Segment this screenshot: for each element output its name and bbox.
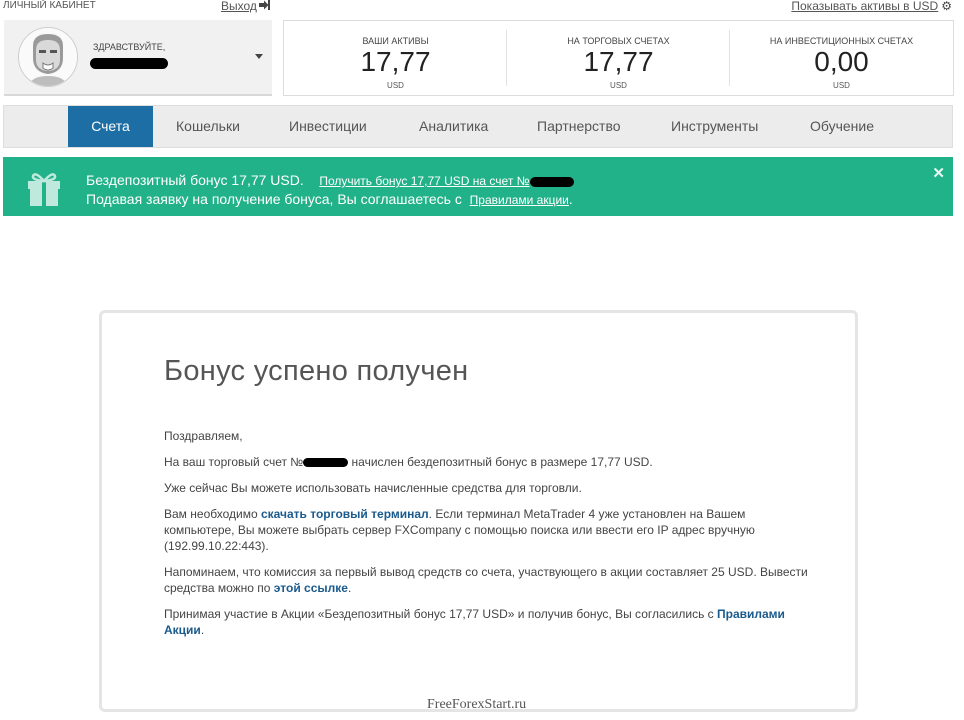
user-panel: ЗДРАВСТВУЙТЕ, — [4, 20, 272, 96]
nav-item-partnership[interactable]: Партнерство — [537, 106, 621, 147]
bonus-terms-text: Подавая заявку на получение бонуса, Вы с… — [86, 191, 462, 207]
asset-label: ВАШИ АКТИВЫ — [362, 36, 429, 46]
nav-item-wallets[interactable]: Кошельки — [176, 106, 240, 147]
bonus-line-1: Бездепозитный бонус 17,77 USD. Получить … — [86, 172, 574, 188]
bonus-notification: Бездепозитный бонус 17,77 USD. Получить … — [3, 157, 953, 216]
bonus-text: Бездепозитный бонус 17,77 USD. — [86, 172, 304, 188]
asset-value: 17,77 — [360, 46, 431, 77]
period: . — [568, 191, 573, 207]
show-assets-link[interactable]: Показывать активы в USD ⚙ — [791, 0, 952, 13]
rules-text-a: Принимая участие в Акции «Бездепозитный … — [164, 607, 714, 621]
close-icon[interactable]: ✕ — [932, 164, 945, 182]
credited-text-a: На ваш торговый счет № — [164, 455, 304, 469]
nav-item-analytics[interactable]: Аналитика — [419, 106, 488, 147]
logout-link[interactable]: Выход — [221, 0, 270, 13]
cabinet-label: ЛИЧНЫЙ КАБИНЕТ — [3, 0, 96, 11]
asset-label: НА ИНВЕСТИЦИОННЫХ СЧЕТАХ — [769, 36, 914, 46]
card-title: Бонус успено получен — [164, 355, 469, 387]
greeting: ЗДРАВСТВУЙТЕ, — [93, 42, 166, 52]
success-card: Бонус успено получен Поздравляем, На ваш… — [99, 310, 858, 712]
terms-link[interactable]: Правилами акции — [470, 193, 569, 207]
watermark: FreeForexStart.ru — [427, 697, 527, 712]
asset-trading: НА ТОРГОВЫХ СЧЕТАХ 17,77 USD — [507, 21, 730, 95]
commission-text-b: . — [347, 581, 352, 595]
chevron-down-icon[interactable] — [255, 54, 263, 59]
logout-icon — [258, 0, 270, 13]
asset-currency: USD — [833, 81, 850, 90]
logout-label: Выход — [221, 0, 257, 13]
gear-icon[interactable]: ⚙ — [941, 0, 952, 13]
rules-text: Принимая участие в Акции «Бездепозитный … — [164, 606, 814, 638]
download-terminal-link[interactable]: скачать торговый терминал — [261, 507, 429, 521]
credited-text: На ваш торговый счет № начислен бездепоз… — [164, 454, 814, 470]
congrats-text: Поздравляем, — [164, 429, 243, 443]
username-redacted — [90, 58, 168, 69]
show-assets-label: Показывать активы в USD — [791, 0, 939, 13]
asset-total: ВАШИ АКТИВЫ 17,77 USD — [284, 21, 507, 95]
account-number-redacted — [303, 458, 349, 468]
get-bonus-link[interactable]: Получить бонус 17,77 USD на счет № — [319, 174, 574, 188]
terminal-text: Вам необходимо скачать торговый терминал… — [164, 506, 814, 554]
asset-currency: USD — [610, 81, 627, 90]
commission-text: Напоминаем, что комиссия за первый вывод… — [164, 564, 814, 596]
commission-text-a: Напоминаем, что комиссия за первый вывод… — [164, 565, 808, 595]
asset-label: НА ТОРГОВЫХ СЧЕТАХ — [567, 36, 670, 46]
main-nav: Счета Кошельки Инвестиции Аналитика Парт… — [3, 105, 953, 148]
asset-value: 17,77 — [583, 46, 654, 77]
account-number-redacted — [529, 176, 574, 187]
terminal-text-a: Вам необходимо — [164, 507, 258, 521]
rules-text-b: . — [200, 623, 205, 637]
credited-text-b: начислен бездепозитный бонус в размере 1… — [351, 455, 653, 469]
gift-icon — [25, 171, 63, 207]
asset-currency: USD — [387, 81, 404, 90]
get-bonus-link-label: Получить бонус 17,77 USD на счет № — [319, 174, 530, 188]
assets-summary: ВАШИ АКТИВЫ 17,77 USD НА ТОРГОВЫХ СЧЕТАХ… — [283, 20, 954, 96]
nav-item-accounts[interactable]: Счета — [68, 106, 153, 147]
nav-item-tools[interactable]: Инструменты — [671, 106, 758, 147]
avatar-icon[interactable] — [18, 27, 78, 87]
usage-text: Уже сейчас Вы можете использовать начисл… — [164, 481, 582, 495]
top-bar: ЛИЧНЫЙ КАБИНЕТ Выход Показывать активы в… — [0, 0, 964, 14]
asset-investment: НА ИНВЕСТИЦИОННЫХ СЧЕТАХ 0,00 USD — [730, 21, 953, 95]
asset-value: 0,00 — [814, 46, 869, 77]
withdraw-link[interactable]: этой ссылке — [274, 581, 348, 595]
bonus-line-2: Подавая заявку на получение бонуса, Вы с… — [86, 191, 573, 207]
nav-item-investments[interactable]: Инвестиции — [289, 106, 367, 147]
nav-item-education[interactable]: Обучение — [810, 106, 874, 147]
